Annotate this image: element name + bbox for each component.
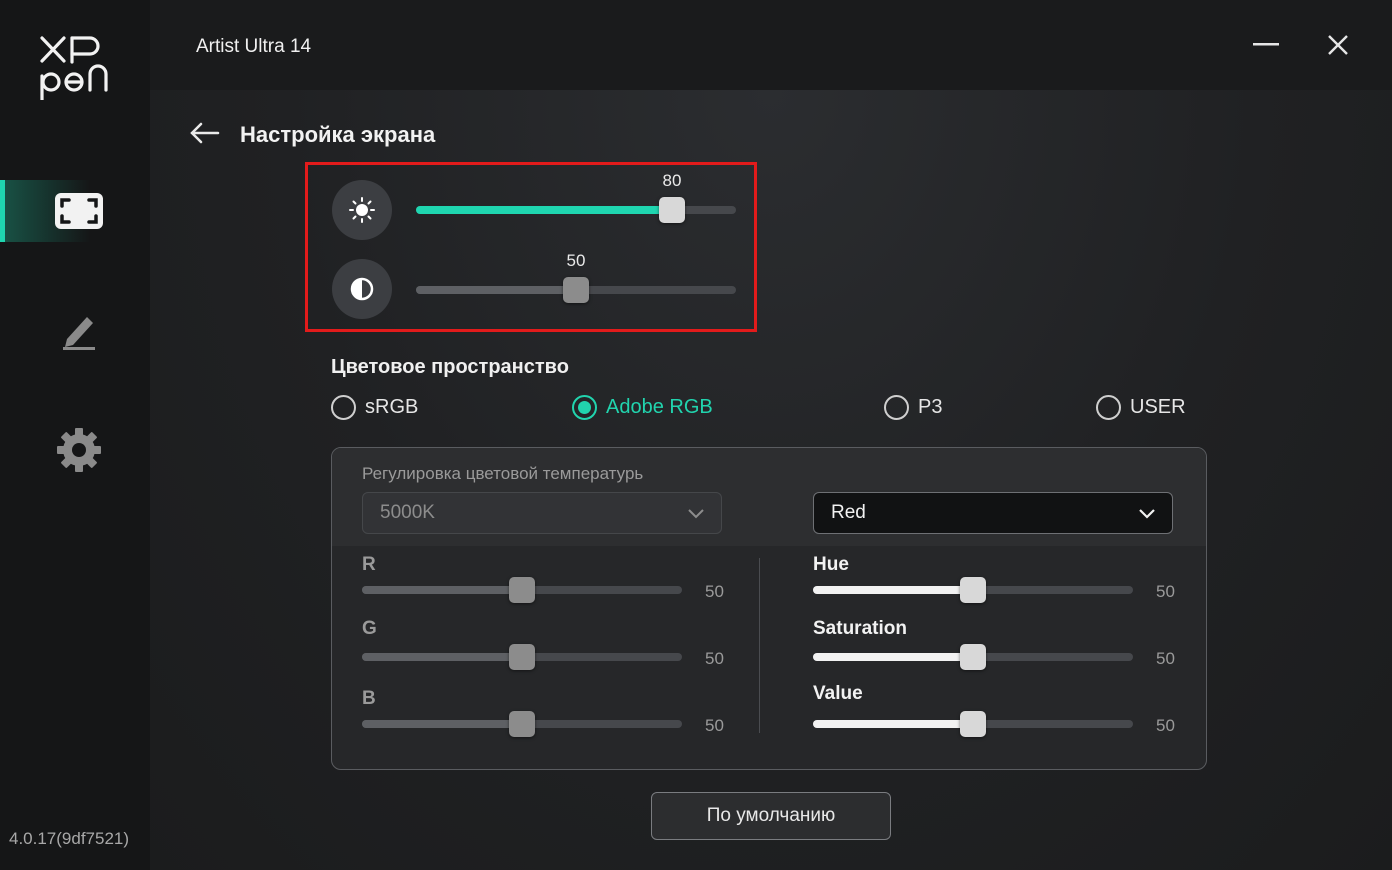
brightness-value: 80 (662, 171, 682, 190)
chevron-down-icon (688, 509, 704, 519)
value-slider-thumb[interactable] (960, 711, 986, 737)
g-slider-fill (362, 653, 522, 661)
radio-user[interactable]: USER (1096, 395, 1186, 420)
g-slider[interactable] (362, 644, 682, 670)
minimize-button[interactable] (1249, 28, 1283, 62)
saturation-slider-fill (813, 653, 973, 661)
g-slider-thumb[interactable] (509, 644, 535, 670)
brightness-slider[interactable] (416, 197, 736, 223)
g-label: G (362, 618, 377, 639)
page-title: Настройка экрана (240, 122, 436, 147)
hue-value: 50 (1156, 582, 1175, 601)
color-space-title: Цветовое пространство (331, 356, 569, 378)
r-slider[interactable] (362, 577, 682, 603)
saturation-slider[interactable] (813, 644, 1133, 670)
version-label: 4.0.17(9df7521) (9, 829, 130, 848)
saturation-value: 50 (1156, 649, 1175, 668)
contrast-value: 50 (566, 251, 586, 270)
b-slider-fill (362, 720, 522, 728)
hue-slider-fill (813, 586, 973, 594)
brightness-button (332, 180, 392, 240)
brightness-slider-fill (416, 206, 672, 214)
brightness-slider-thumb[interactable] (659, 197, 685, 223)
contrast-icon (350, 277, 374, 301)
radio-label: P3 (918, 396, 943, 418)
close-icon (1328, 35, 1348, 55)
r-slider-thumb[interactable] (509, 577, 535, 603)
sidebar: 4.0.17(9df7521) (0, 0, 150, 870)
contrast-slider-fill (416, 286, 576, 294)
sidebar-item-settings[interactable] (0, 419, 150, 481)
radio-label: sRGB (365, 396, 419, 418)
hue-slider-thumb[interactable] (960, 577, 986, 603)
panel-divider (759, 558, 760, 733)
value-label: Value (813, 683, 863, 704)
gear-icon (57, 428, 101, 472)
pen-icon (63, 317, 95, 350)
contrast-slider-thumb[interactable] (563, 277, 589, 303)
value-slider-fill (813, 720, 973, 728)
b-slider-thumb[interactable] (509, 711, 535, 737)
color-temp-select[interactable]: 5000K (362, 492, 722, 534)
hsv-channel-select[interactable]: Red (813, 492, 1173, 534)
r-value: 50 (705, 582, 724, 601)
brightness-contrast-group: 80 50 (305, 162, 757, 332)
b-slider[interactable] (362, 711, 682, 737)
title-bar: Artist Ultra 14 (150, 0, 1392, 90)
radio-label: Adobe RGB (606, 396, 713, 418)
g-value: 50 (705, 649, 724, 668)
hsv-channel-value: Red (831, 502, 866, 523)
radio-adobe-rgb[interactable]: Adobe RGB (572, 395, 713, 420)
chevron-down-icon (1139, 509, 1155, 519)
color-temp-value: 5000K (380, 502, 435, 523)
saturation-slider-thumb[interactable] (960, 644, 986, 670)
contrast-button (332, 259, 392, 319)
fullscreen-icon (55, 193, 103, 229)
radio-label: USER (1130, 396, 1186, 418)
radio-circle (884, 395, 909, 420)
xppen-logo (40, 36, 108, 100)
sun-icon (349, 197, 375, 223)
radio-srgb[interactable]: sRGB (331, 395, 418, 420)
contrast-slider[interactable] (416, 277, 736, 303)
r-slider-fill (362, 586, 522, 594)
hue-label: Hue (813, 554, 849, 575)
b-value: 50 (705, 716, 724, 735)
close-button[interactable] (1321, 28, 1355, 62)
radio-circle (1096, 395, 1121, 420)
color-adjust-panel: Регулировка цветовой температурь 5000K R… (331, 447, 1207, 770)
minimize-icon (1253, 43, 1279, 46)
main-panel: Настройка экрана 80 50 Цветовое простран… (150, 90, 1392, 870)
color-temp-label: Регулировка цветовой температурь (362, 464, 644, 483)
r-label: R (362, 554, 376, 575)
radio-p3[interactable]: P3 (884, 395, 942, 420)
saturation-label: Saturation (813, 618, 907, 639)
window-title: Artist Ultra 14 (196, 36, 312, 57)
reset-default-button[interactable]: По умолчанию (651, 792, 891, 840)
sidebar-item-display[interactable] (0, 180, 150, 242)
back-arrow-icon[interactable] (188, 120, 220, 146)
b-label: B (362, 688, 376, 709)
radio-circle (572, 395, 597, 420)
value-slider[interactable] (813, 711, 1133, 737)
radio-circle (331, 395, 356, 420)
value-value: 50 (1156, 716, 1175, 735)
sidebar-item-pen[interactable] (0, 298, 150, 360)
hue-slider[interactable] (813, 577, 1133, 603)
